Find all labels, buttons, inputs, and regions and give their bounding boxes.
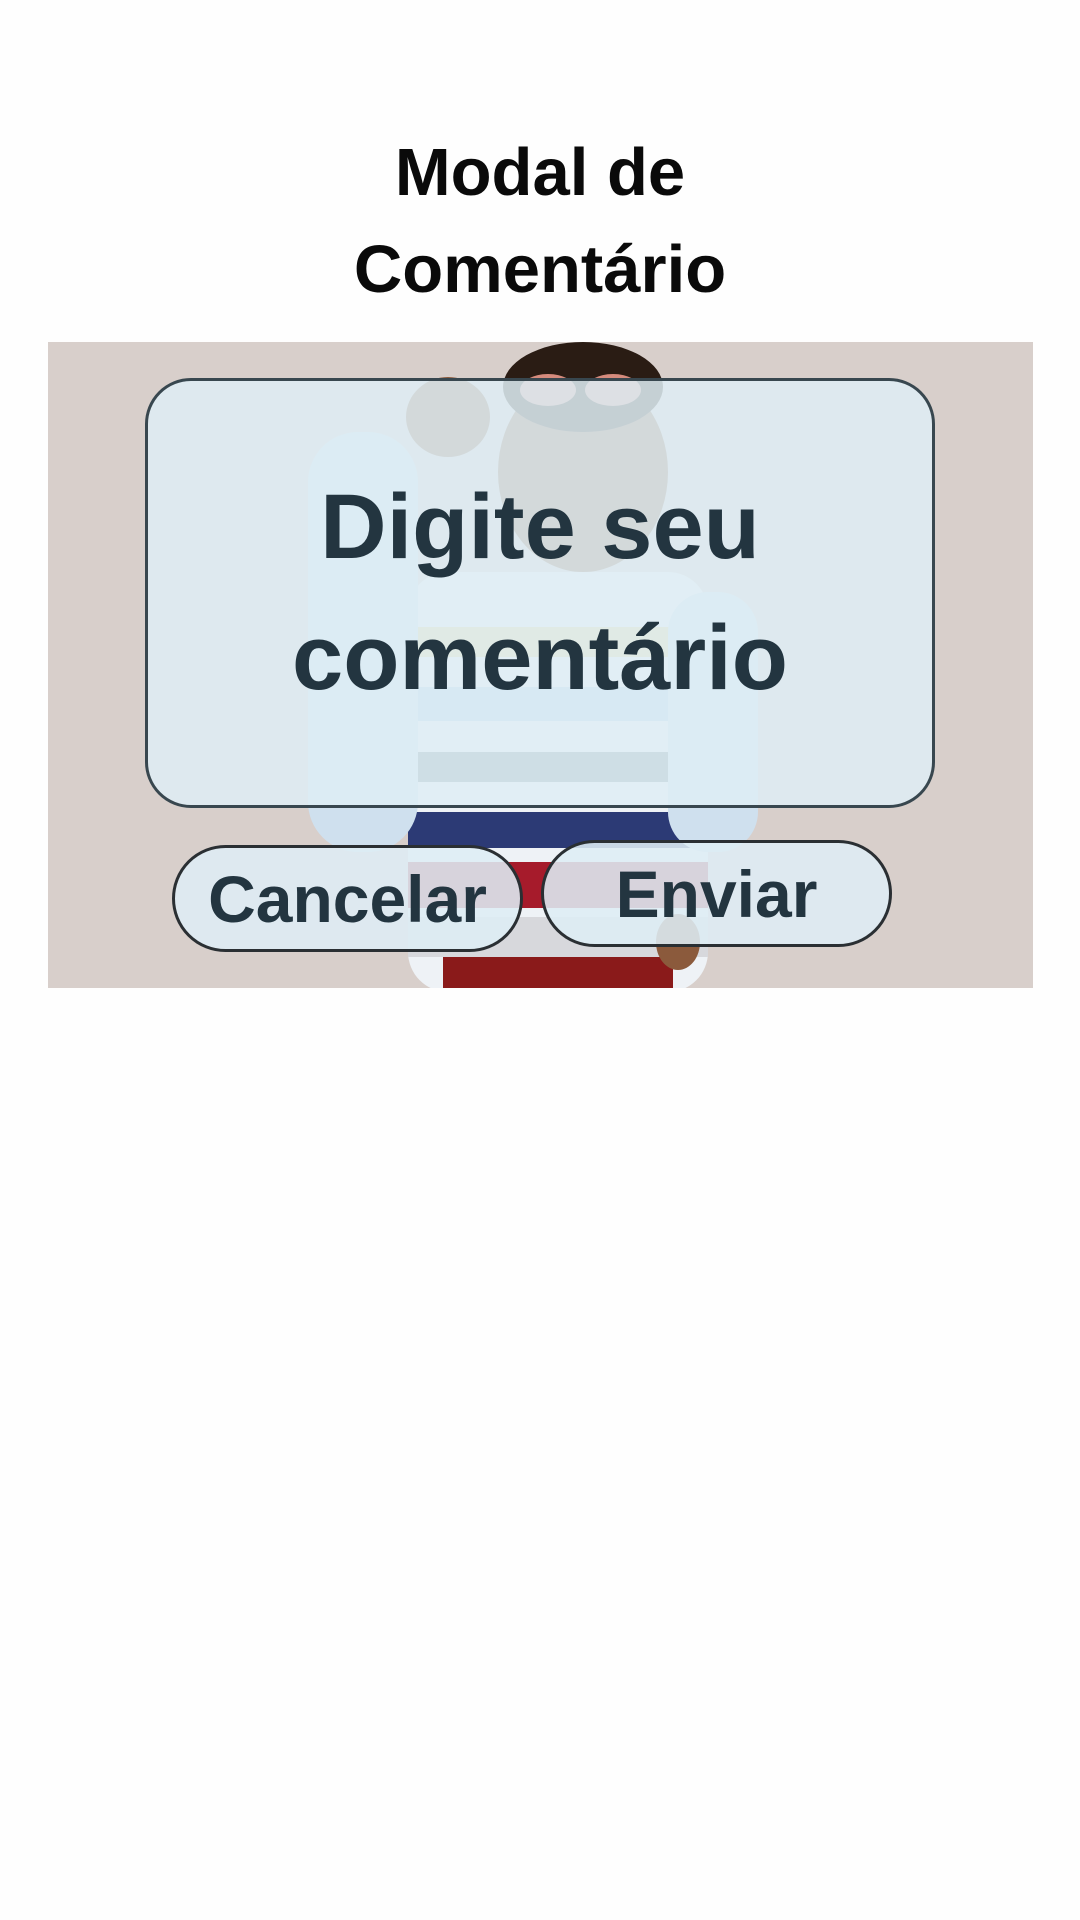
comment-placeholder-line-2: comentário (292, 607, 788, 709)
page-title: Modal de Comentário (0, 124, 1080, 318)
comment-modal-screen: Modal de Comentário Digite seu comentári… (0, 0, 1080, 1920)
cancel-button[interactable]: Cancelar (172, 845, 523, 952)
comment-placeholder-line-1: Digite seu (320, 476, 760, 578)
comment-input[interactable]: Digite seu comentário (145, 378, 935, 808)
send-button[interactable]: Enviar (541, 840, 892, 947)
page-title-line-2: Comentário (353, 232, 727, 307)
page-title-line-1: Modal de (394, 135, 686, 210)
comment-placeholder: Digite seu comentário (292, 462, 788, 724)
